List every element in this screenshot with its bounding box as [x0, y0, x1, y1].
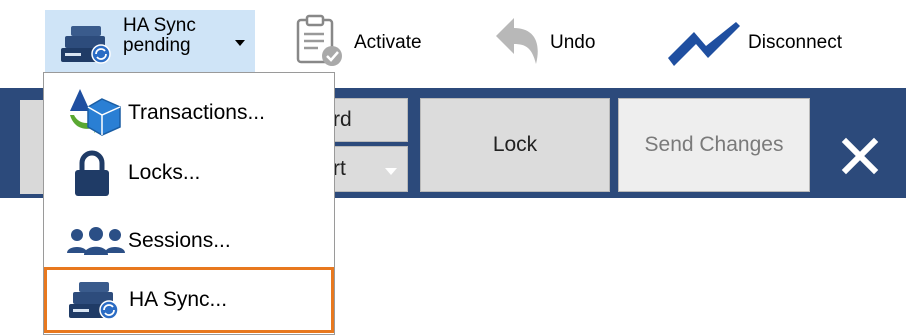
chevron-down-icon	[235, 40, 245, 46]
disconnect-label: Disconnect	[748, 32, 842, 53]
menu-item-label: Sessions...	[128, 229, 231, 252]
menu-item-label: Locks...	[128, 161, 201, 184]
disconnect-icon	[666, 18, 744, 74]
menu-item-ha-sync[interactable]: HA Sync...	[44, 267, 334, 333]
lock-icon	[72, 149, 112, 205]
ha-sync-status-label: HA Sync pending	[123, 16, 196, 56]
undo-label: Undo	[550, 32, 596, 53]
ha-sync-title: HA Sync	[123, 15, 196, 36]
partial-button-top-label: rd	[333, 108, 352, 131]
ha-sync-dropdown-button[interactable]: HA Sync pending	[45, 10, 255, 72]
lock-button-label: Lock	[492, 133, 538, 156]
lock-button[interactable]: Lock	[420, 98, 610, 192]
send-changes-button[interactable]: Send Changes	[618, 98, 810, 192]
send-changes-label: Send Changes	[644, 133, 784, 156]
main-toolbar: HA Sync pending Activate Undo Disconnect	[0, 0, 906, 80]
activate-label: Activate	[354, 32, 422, 53]
menu-item-locks[interactable]: Locks...	[44, 145, 334, 203]
menu-item-transactions[interactable]: Transactions...	[44, 77, 334, 136]
undo-icon	[492, 14, 546, 76]
chevron-down-icon	[385, 168, 397, 175]
menu-item-sessions[interactable]: Sessions...	[44, 213, 334, 271]
ha-sync-icon	[57, 24, 115, 70]
clipboard-check-icon	[292, 14, 348, 76]
menu-item-label: HA Sync...	[129, 288, 228, 311]
transactions-icon	[66, 85, 124, 143]
ha-sync-dropdown-menu: Transactions... Locks... Sessions... HA …	[43, 72, 335, 335]
ha-sync-pending-text: pending	[123, 35, 191, 56]
sessions-icon	[66, 227, 126, 263]
ha-sync-icon	[65, 278, 123, 328]
close-icon[interactable]	[840, 136, 880, 176]
menu-item-label: Transactions...	[128, 101, 265, 124]
